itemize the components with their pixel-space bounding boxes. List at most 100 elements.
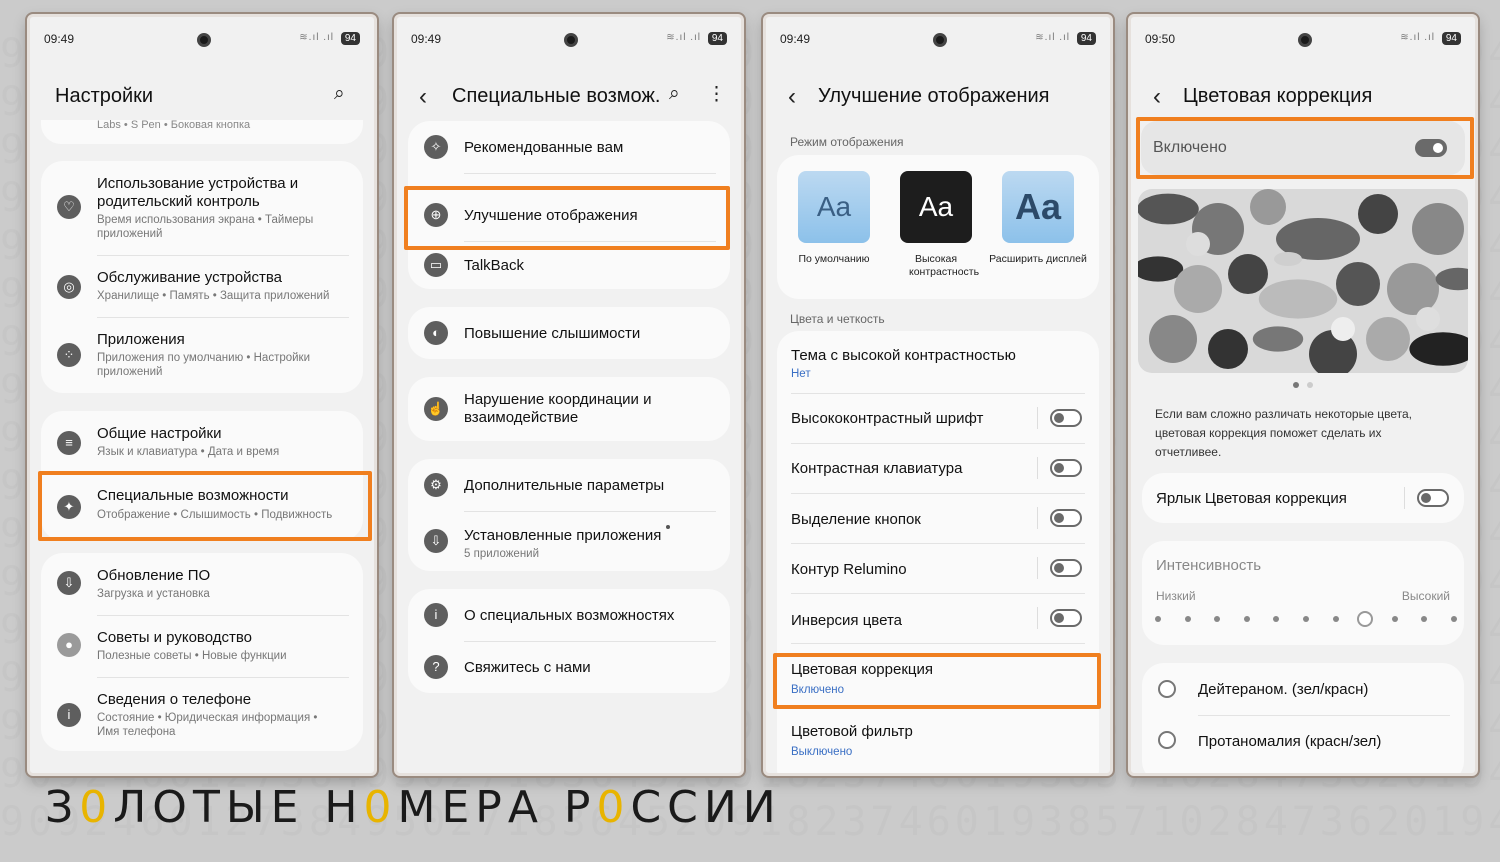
section-header: Цвета и четкость [790,312,885,326]
list-item[interactable]: ◎ Обслуживание устройства Хранилище • Па… [41,255,363,317]
mode-high-contrast-tile[interactable]: Aa [900,171,972,243]
item-title: Обновление ПО [97,567,211,584]
list-item[interactable]: ≡ Общие настройки Язык и клавиатура • Да… [41,411,363,473]
slider-step-dot[interactable] [1332,616,1339,622]
item-title: Сведения о телефоне [97,691,252,708]
divider-vertical [1037,407,1038,429]
mode-default-tile[interactable]: Aa [798,171,870,243]
radio-button[interactable] [1158,731,1176,749]
mode-label: Расширить дисплей [989,253,1087,265]
list-item[interactable]: ✧ Рекомендованные вам [408,121,730,173]
card-device: ♡ Использование устройства и родительски… [41,161,363,393]
slider-step-dot[interactable] [1421,616,1428,622]
info-icon: i [57,703,81,727]
item-title: Приложения [97,331,185,348]
brand-part: З [45,782,80,833]
divider [464,173,716,174]
radio-option[interactable]: Дейтераном. (зел/красн) [1142,663,1464,715]
list-item[interactable]: ● Советы и руководство Полезные советы •… [41,615,363,677]
radio-option[interactable]: Протаномалия (красн/зел) [1142,715,1464,767]
card-intensity: Интенсивность Низкий Высокий [1142,541,1464,645]
vegetable-shape [1274,252,1302,266]
card-options: Дейтераном. (зел/красн) Протаномалия (кр… [1142,663,1464,773]
slider-thumb[interactable] [1357,611,1374,627]
camera-cutout [1298,33,1312,47]
list-item[interactable]: i О специальных возможностях [408,589,730,641]
list-item[interactable]: ◐ Повышение слышимости [408,307,730,359]
card-advanced: ⚙ Дополнительные параметры ⇩ Установленн… [408,459,730,571]
toggle-switch[interactable] [1050,459,1082,477]
toggle-row[interactable]: Контрастная клавиатура [777,443,1099,493]
toggle-switch[interactable] [1050,409,1082,427]
card-colors: Тема с высокой контрастностью Нет Высоко… [777,331,1099,773]
about-icon: i [424,603,448,627]
item-title: Советы и руководство [97,629,253,646]
search-icon[interactable]: ⌕ [334,83,345,105]
list-item-color-filter[interactable]: Цветовой фильтр Выключено [777,713,1099,769]
slider-step-dot[interactable] [1391,616,1398,622]
update-icon: ⇩ [57,571,81,595]
back-icon[interactable]: ‹ [788,83,796,111]
intensity-slider[interactable] [1155,609,1457,629]
toggle-row[interactable]: Контур Relumino [777,543,1099,593]
more-icon[interactable]: ⋮ [707,83,726,106]
item-title: О специальных возможностях [464,607,675,624]
slider-step-dot[interactable] [1243,616,1250,622]
list-item[interactable]: ⚙ Дополнительные параметры [408,459,730,511]
shortcut-toggle-switch[interactable] [1417,489,1449,507]
vegetable-shape [1258,279,1338,319]
toggle-switch[interactable] [1050,509,1082,527]
phone-color-correction: 09:50 ≋.ıl .ıl 94 ‹ Цветовая коррекция В… [1128,14,1478,776]
item-title: Обслуживание устройства [97,269,283,286]
slider-step-dot[interactable] [1273,616,1280,622]
toggle-row[interactable]: Инверсия цвета [777,593,1099,643]
toggle-label: Инверсия цвета [791,612,902,629]
item-title: Общие настройки [97,425,222,442]
toggle-row[interactable]: Высококонтрастный шрифт [777,393,1099,443]
item-title: Установленные приложения [464,527,662,544]
back-icon[interactable]: ‹ [1153,83,1161,111]
slider-step-dot[interactable] [1155,616,1161,622]
search-icon[interactable]: ⌕ [669,83,680,105]
slider-step-dot[interactable] [1451,616,1457,622]
list-item[interactable]: ☝ Нарушение координации и взаимодействие [408,377,730,441]
brand-part: ЛОТЫЕ Н [113,782,364,833]
back-icon[interactable]: ‹ [419,83,427,111]
vegetable-shape [1252,326,1304,352]
toggle-switch[interactable] [1050,609,1082,627]
slider-step-dot[interactable] [1303,616,1309,622]
status-bar: 09:49 ≋.ıl .ıl 94 [30,17,374,59]
vegetable-shape [1138,193,1199,225]
list-item[interactable]: ⁘ Приложения Приложения по умолчанию • Н… [41,317,363,393]
toggle-label: Контур Relumino [791,561,907,578]
toggle-switch[interactable] [1050,559,1082,577]
brand-watermark: З0ЛОТЫЕ Н0МЕРА Р0ССИИ [45,782,782,833]
highlight-box [404,186,730,250]
page-indicator [1307,382,1313,388]
list-item[interactable]: ♡ Использование устройства и родительски… [41,161,363,255]
list-item[interactable]: i Сведения о телефоне Состояние • Юридич… [41,677,363,751]
slider-step-dot[interactable] [1184,616,1191,622]
radio-button[interactable] [1158,680,1176,698]
page-title: Цветовая коррекция [1183,85,1373,107]
list-item[interactable]: ⇩ Обновление ПО Загрузка и установка [41,553,363,615]
slider-step-dot[interactable] [1214,616,1221,622]
vegetable-shape [1358,194,1398,234]
vegetable-shape [1366,317,1410,361]
mode-large-display-tile[interactable]: Aa [1002,171,1074,243]
talkback-icon: ▭ [424,253,448,277]
vegetable-shape [1409,332,1468,366]
wellbeing-icon: ♡ [57,195,81,219]
list-item-theme[interactable]: Тема с высокой контрастностью Нет [777,331,1099,393]
card-shortcut: Ярлык Цветовая коррекция [1142,473,1464,523]
divider [791,643,1085,644]
phone-visibility: 09:49 ≋.ıl .ıl 94 ‹ Улучшение отображени… [763,14,1113,776]
battery-indicator: 94 [1076,32,1096,45]
list-item[interactable]: ? Свяжитесь с нами [408,641,730,693]
header: ‹ Цветовая коррекция [1131,79,1475,119]
toggle-row[interactable]: Выделение кнопок [777,493,1099,543]
item-title: Повышение слышимости [464,325,641,342]
list-item[interactable]: ⇩ Установленные приложения 5 приложений [408,511,730,571]
vegetable-shape [1412,203,1464,255]
item-subtitle: Приложения по умолчанию • Настройки прил… [97,352,311,378]
